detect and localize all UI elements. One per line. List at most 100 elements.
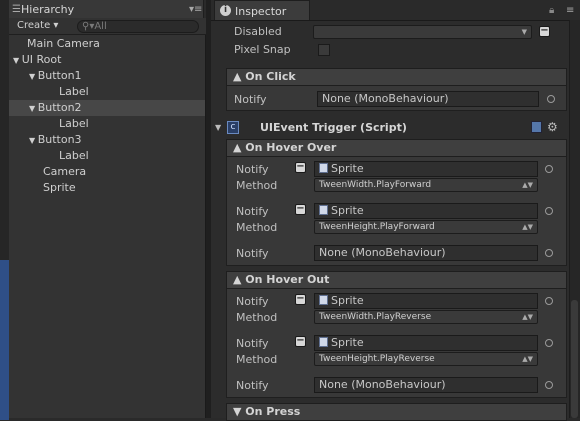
create-button[interactable]: Create ▾ bbox=[17, 20, 58, 33]
tree-item-label: Main Camera bbox=[27, 37, 100, 50]
object-picker-icon[interactable] bbox=[545, 339, 553, 347]
inspector-tab[interactable]: i Inspector bbox=[214, 0, 310, 20]
on-click-header[interactable]: ▲ On Click bbox=[226, 68, 567, 86]
method-dropdown[interactable]: TweenHeight.PlayReverse ▲▼ bbox=[314, 352, 538, 366]
disabled-sprite-dropdown[interactable]: ▼ bbox=[313, 25, 532, 39]
notify-label: Notify bbox=[236, 247, 269, 260]
tree-item-label: UI Root bbox=[21, 53, 62, 66]
object-picker-icon[interactable] bbox=[545, 381, 553, 389]
tree-item-button1[interactable]: ▼ Button1 bbox=[29, 68, 82, 84]
remove-button[interactable]: − bbox=[295, 162, 306, 173]
method-dropdown[interactable]: TweenWidth.PlayForward ▲▼ bbox=[314, 178, 538, 192]
expand-arrow-icon[interactable]: ▼ bbox=[29, 104, 38, 113]
notify-value: Sprite bbox=[331, 294, 364, 307]
sprite-icon bbox=[319, 337, 328, 347]
pixel-snap-checkbox[interactable] bbox=[318, 44, 330, 56]
on-hover-over-header[interactable]: ▲ On Hover Over bbox=[226, 139, 567, 157]
disabled-label: Disabled bbox=[234, 25, 282, 38]
component-title: UIEvent Trigger (Script) bbox=[260, 121, 407, 134]
sprite-icon bbox=[319, 295, 328, 305]
notify-value: Sprite bbox=[331, 336, 364, 349]
chevron-down-icon: ▲▼ bbox=[522, 181, 533, 189]
notify-object-field[interactable]: None (MonoBehaviour) bbox=[314, 245, 538, 261]
tree-item-main-camera[interactable]: Main Camera bbox=[27, 36, 100, 52]
method-label: Method bbox=[236, 221, 278, 234]
notify-object-field[interactable]: None (MonoBehaviour) bbox=[317, 91, 539, 107]
foldout-arrow-icon[interactable]: ▼ bbox=[215, 123, 221, 132]
tree-item-button3[interactable]: ▼ Button3 bbox=[29, 132, 82, 148]
tree-item-label: Camera bbox=[43, 165, 87, 178]
tree-item-ui-root[interactable]: ▼ UI Root bbox=[13, 52, 61, 68]
notify-object-field[interactable]: Sprite bbox=[314, 293, 538, 309]
hierarchy-search-input[interactable]: ⚲▾All bbox=[77, 20, 199, 33]
hierarchy-tab-label: Hierarchy bbox=[21, 3, 75, 16]
search-placeholder: All bbox=[94, 21, 107, 32]
chevron-down-icon: ▼ bbox=[521, 28, 527, 36]
method-dropdown[interactable]: TweenHeight.PlayForward ▲▼ bbox=[314, 220, 538, 234]
method-label: Method bbox=[236, 353, 278, 366]
left-panel-edge-highlight bbox=[0, 260, 9, 420]
notify-object-field[interactable]: Sprite bbox=[314, 203, 538, 219]
inspector-tab-label: Inspector bbox=[235, 5, 287, 18]
object-picker-icon[interactable] bbox=[545, 297, 553, 305]
tree-item-label[interactable]: Label bbox=[59, 148, 89, 164]
tree-item-sprite[interactable]: Sprite bbox=[43, 180, 76, 196]
chevron-down-icon: ▲▼ bbox=[522, 223, 533, 231]
panel-menu-icon[interactable]: ≡ bbox=[566, 5, 574, 16]
remove-button[interactable]: − bbox=[295, 204, 306, 215]
method-value: TweenHeight.PlayForward bbox=[319, 222, 435, 232]
info-icon: i bbox=[220, 5, 231, 16]
notify-label: Notify bbox=[236, 163, 269, 176]
search-icon: ⚲▾ bbox=[82, 21, 95, 32]
inspector-body: Disabled ▼ − Pixel Snap ▲ On Click Notif… bbox=[211, 20, 569, 421]
notify-label: Notify bbox=[236, 337, 269, 350]
expand-arrow-icon[interactable]: ▼ bbox=[29, 136, 38, 145]
notify-label: Notify bbox=[236, 205, 269, 218]
object-picker-icon[interactable] bbox=[545, 207, 553, 215]
notify-value: Sprite bbox=[331, 162, 364, 175]
expand-arrow-icon[interactable]: ▼ bbox=[13, 56, 22, 65]
tree-item-label: Label bbox=[59, 117, 89, 130]
gear-icon[interactable]: ⚙ bbox=[547, 120, 558, 134]
object-picker-icon[interactable] bbox=[545, 165, 553, 173]
method-value: TweenHeight.PlayReverse bbox=[319, 354, 435, 364]
pixel-snap-label: Pixel Snap bbox=[234, 43, 291, 56]
tree-item-label[interactable]: Label bbox=[59, 84, 89, 100]
help-book-icon[interactable] bbox=[531, 121, 542, 133]
notify-label: Notify bbox=[234, 93, 267, 106]
notify-label: Notify bbox=[236, 295, 269, 308]
tree-item-label: Sprite bbox=[43, 181, 76, 194]
notify-object-field[interactable]: None (MonoBehaviour) bbox=[314, 377, 538, 393]
method-value: TweenWidth.PlayReverse bbox=[319, 312, 432, 322]
expand-arrow-icon[interactable]: ▼ bbox=[29, 72, 38, 81]
sprite-icon bbox=[319, 163, 328, 173]
notify-label: Notify bbox=[236, 379, 269, 392]
tree-item-camera[interactable]: Camera bbox=[43, 164, 86, 180]
on-hover-out-header[interactable]: ▲ On Hover Out bbox=[226, 271, 567, 289]
hierarchy-tab[interactable]: ☰ Hierarchy ▾≡ bbox=[9, 0, 204, 18]
notify-value: Sprite bbox=[331, 204, 364, 217]
lock-icon[interactable]: 🔒︎ bbox=[549, 5, 554, 16]
tree-item-button2[interactable]: ▼ Button2 bbox=[9, 100, 205, 116]
object-picker-icon[interactable] bbox=[547, 95, 555, 103]
panel-menu-icon[interactable]: ▾≡ bbox=[189, 4, 202, 15]
object-picker-icon[interactable] bbox=[545, 249, 553, 257]
remove-button[interactable]: − bbox=[539, 26, 550, 37]
tree-item-label: Label bbox=[59, 149, 89, 162]
tree-item-label: Button1 bbox=[37, 69, 82, 82]
scrollbar-thumb[interactable] bbox=[571, 300, 578, 418]
remove-button[interactable]: − bbox=[295, 294, 306, 305]
method-label: Method bbox=[236, 311, 278, 324]
hierarchy-tree: Main Camera ▼ UI Root ▼ Button1 Label ▼ … bbox=[9, 35, 206, 418]
notify-object-field[interactable]: Sprite bbox=[314, 161, 538, 177]
tree-item-label: Button2 bbox=[37, 101, 82, 114]
tree-item-label[interactable]: Label bbox=[59, 116, 89, 132]
method-dropdown[interactable]: TweenWidth.PlayReverse ▲▼ bbox=[314, 310, 538, 324]
remove-button[interactable]: − bbox=[295, 336, 306, 347]
script-icon: c bbox=[227, 121, 239, 134]
hierarchy-toolbar: Create ▾ ⚲▾All bbox=[9, 18, 206, 35]
notify-object-field[interactable]: Sprite bbox=[314, 335, 538, 351]
chevron-down-icon: ▲▼ bbox=[522, 313, 533, 321]
on-press-header[interactable]: ▼ On Press bbox=[226, 403, 567, 421]
method-value: TweenWidth.PlayForward bbox=[319, 180, 432, 190]
